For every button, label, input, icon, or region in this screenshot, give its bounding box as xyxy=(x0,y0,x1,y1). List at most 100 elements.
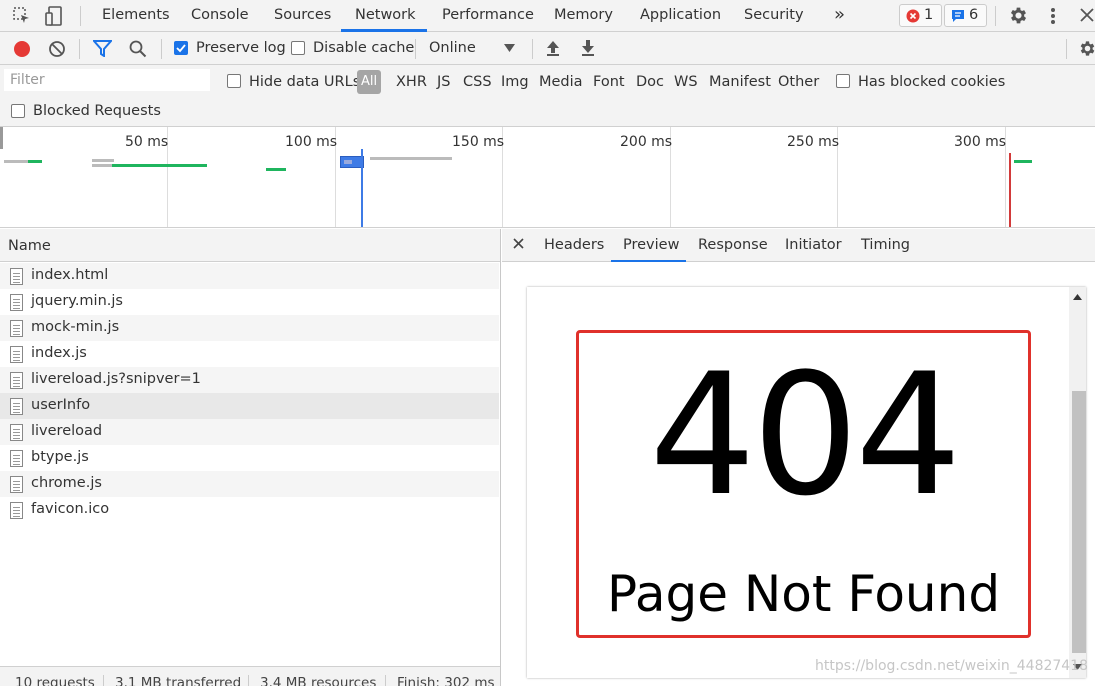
export-har-icon[interactable] xyxy=(580,39,596,57)
disable-cache-checkbox[interactable] xyxy=(291,41,305,55)
network-overview-timeline[interactable]: 50 ms 100 ms 150 ms 200 ms 250 ms 300 ms xyxy=(0,127,1095,228)
request-bar xyxy=(4,160,28,163)
request-bar xyxy=(92,164,114,167)
blank-file-icon xyxy=(10,502,23,519)
table-row[interactable]: livereload.js?snipver=1 xyxy=(0,367,499,393)
error-code: 404 xyxy=(649,337,962,533)
document-icon xyxy=(10,372,23,389)
inspect-element-icon[interactable] xyxy=(12,6,32,26)
table-row[interactable]: index.html xyxy=(0,263,499,289)
more-options-icon[interactable] xyxy=(1048,6,1058,26)
request-list-header: Name xyxy=(0,229,500,262)
filter-funnel-icon[interactable] xyxy=(93,40,112,57)
scrollbar-thumb[interactable] xyxy=(1072,391,1086,653)
preview-scrollbar[interactable] xyxy=(1069,287,1086,678)
filter-type-img[interactable]: Img xyxy=(501,74,529,90)
network-settings-gear-icon[interactable] xyxy=(1078,39,1095,58)
request-count: 10 requests xyxy=(15,675,95,686)
filter-type-js[interactable]: JS xyxy=(437,74,450,90)
devtools-tab-bar: Elements Console Sources Network Perform… xyxy=(0,0,1095,32)
message-counter[interactable]: 6 xyxy=(944,4,987,27)
divider xyxy=(161,39,162,59)
preserve-log-label[interactable]: Preserve log xyxy=(196,40,286,56)
detail-tab-response[interactable]: Response xyxy=(698,237,768,253)
hide-data-urls-checkbox[interactable] xyxy=(227,74,241,88)
tab-network[interactable]: Network xyxy=(355,7,416,23)
has-blocked-cookies-checkbox[interactable] xyxy=(836,74,850,88)
filter-type-css[interactable]: CSS xyxy=(463,74,492,90)
tab-performance[interactable]: Performance xyxy=(442,7,534,23)
table-row[interactable]: livereload xyxy=(0,419,499,445)
scroll-up-icon[interactable] xyxy=(1073,294,1082,300)
document-icon xyxy=(10,320,23,337)
blocked-requests-checkbox[interactable] xyxy=(11,104,25,118)
filter-input[interactable] xyxy=(4,69,210,91)
settings-gear-icon[interactable] xyxy=(1008,5,1029,26)
message-icon xyxy=(951,9,965,23)
column-header-name[interactable]: Name xyxy=(8,238,51,254)
tab-elements[interactable]: Elements xyxy=(102,7,170,23)
request-name: userInfo xyxy=(31,397,91,413)
document-icon xyxy=(10,476,23,493)
import-har-icon[interactable] xyxy=(545,39,561,57)
bar-segment xyxy=(344,160,352,164)
filter-type-other[interactable]: Other xyxy=(778,74,819,90)
device-toolbar-icon[interactable] xyxy=(45,5,65,27)
tab-memory[interactable]: Memory xyxy=(554,7,613,23)
timeline-tick: 200 ms xyxy=(620,134,673,150)
request-bar xyxy=(266,168,286,171)
filter-type-all[interactable]: All xyxy=(357,70,381,94)
more-tabs-icon[interactable]: » xyxy=(834,4,845,25)
error-counter[interactable]: 1 xyxy=(899,4,942,27)
blank-file-icon xyxy=(10,398,23,415)
table-row-selected[interactable]: userInfo xyxy=(0,393,499,419)
table-row[interactable]: index.js xyxy=(0,341,499,367)
close-devtools-icon[interactable] xyxy=(1079,7,1095,23)
table-row[interactable]: mock-min.js xyxy=(0,315,499,341)
document-icon xyxy=(10,346,23,363)
table-row[interactable]: btype.js xyxy=(0,445,499,471)
divider xyxy=(385,675,386,686)
blocked-requests-label[interactable]: Blocked Requests xyxy=(33,103,161,119)
filter-type-media[interactable]: Media xyxy=(539,74,583,90)
clear-icon[interactable] xyxy=(48,40,66,58)
detail-tab-preview[interactable]: Preview xyxy=(623,237,679,253)
request-name: livereload.js?snipver=1 xyxy=(31,371,201,387)
filter-type-manifest[interactable]: Manifest xyxy=(709,74,771,90)
divider xyxy=(103,675,104,686)
preserve-log-checkbox[interactable] xyxy=(174,41,188,55)
hide-data-urls-label[interactable]: Hide data URLs xyxy=(249,74,360,90)
filter-type-xhr[interactable]: XHR xyxy=(396,74,427,90)
throttling-select[interactable]: Online xyxy=(429,40,476,56)
message-count: 6 xyxy=(969,7,979,23)
has-blocked-cookies-label[interactable]: Has blocked cookies xyxy=(858,74,1005,90)
tab-application[interactable]: Application xyxy=(640,7,721,23)
tab-security[interactable]: Security xyxy=(744,7,804,23)
record-icon[interactable] xyxy=(13,40,31,58)
dropdown-arrow-icon[interactable] xyxy=(504,44,515,52)
detail-tab-timing[interactable]: Timing xyxy=(861,237,910,253)
detail-tab-headers[interactable]: Headers xyxy=(544,237,604,253)
document-icon xyxy=(10,268,23,285)
divider xyxy=(415,39,416,59)
tab-console[interactable]: Console xyxy=(191,7,249,23)
filter-type-font[interactable]: Font xyxy=(593,74,625,90)
network-toolbar: Preserve log Disable cache Online xyxy=(0,32,1095,65)
divider xyxy=(80,6,81,26)
request-bar xyxy=(112,164,207,167)
request-name: mock-min.js xyxy=(31,319,120,335)
close-detail-icon[interactable] xyxy=(513,238,524,249)
filter-type-ws[interactable]: WS xyxy=(674,74,698,90)
table-row[interactable]: favicon.ico xyxy=(0,497,499,523)
table-row[interactable]: jquery.min.js xyxy=(0,289,499,315)
filter-type-doc[interactable]: Doc xyxy=(636,74,664,90)
transferred-size: 3.1 MB transferred xyxy=(115,675,242,686)
table-row[interactable]: chrome.js xyxy=(0,471,499,497)
disable-cache-label[interactable]: Disable cache xyxy=(313,40,414,56)
tab-sources[interactable]: Sources xyxy=(274,7,331,23)
response-preview-frame: 404 Page Not Found xyxy=(527,287,1086,678)
request-name: livereload xyxy=(31,423,103,439)
search-icon[interactable] xyxy=(129,40,147,58)
detail-tab-initiator[interactable]: Initiator xyxy=(785,237,842,253)
request-bar xyxy=(1014,160,1032,163)
